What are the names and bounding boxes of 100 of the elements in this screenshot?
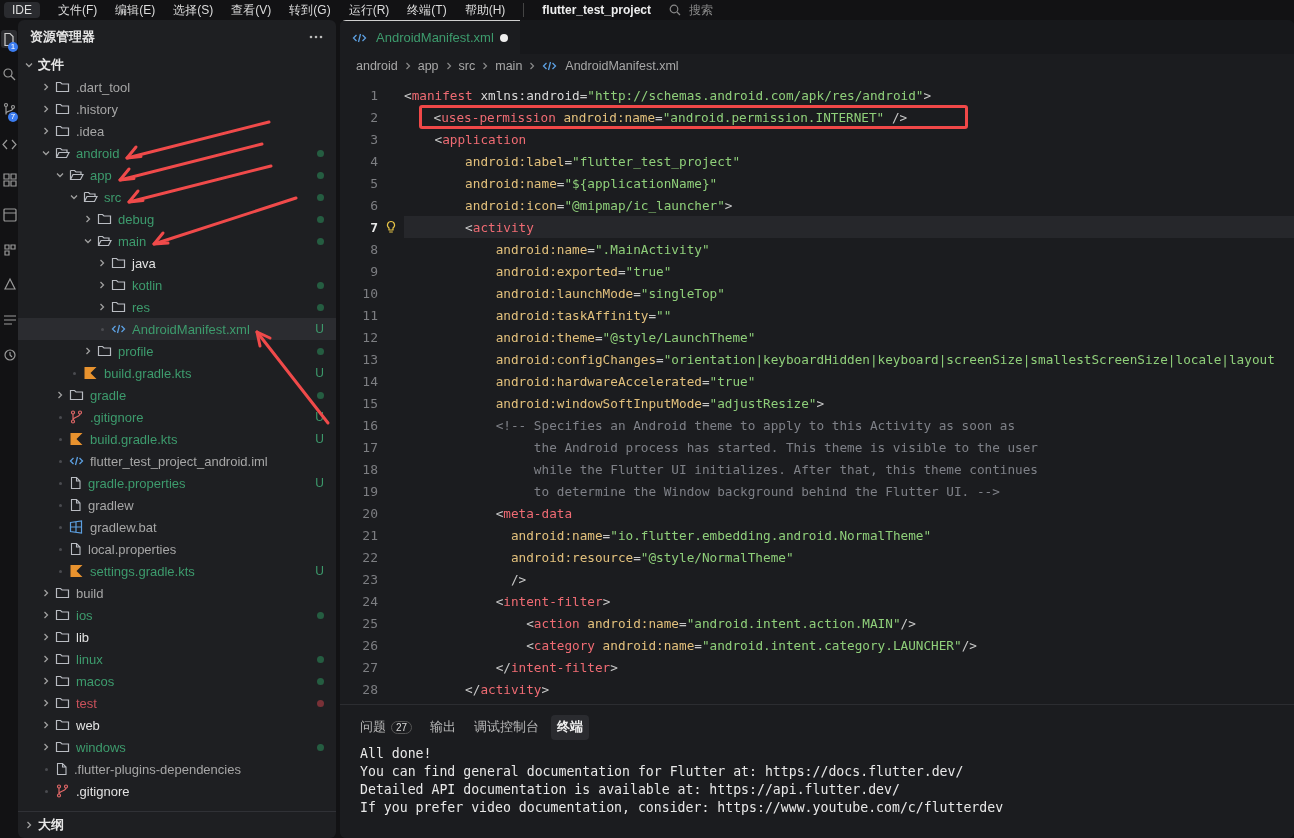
tree-item-label: test xyxy=(76,695,97,711)
tree-item[interactable]: gradlew.bat xyxy=(18,516,336,538)
chevron-down-icon xyxy=(69,192,79,202)
git-status-label: U xyxy=(315,322,324,336)
tree-item[interactable]: .history xyxy=(18,98,336,120)
folder-icon xyxy=(111,256,126,270)
line-number: 22 xyxy=(361,549,378,565)
tree-item[interactable]: gradlew xyxy=(18,494,336,516)
tree-item[interactable]: .gitignore xyxy=(18,780,336,802)
folder-icon xyxy=(55,718,70,732)
tree-item[interactable]: build.gradle.kts U xyxy=(18,362,336,384)
chevron-right-icon xyxy=(97,258,107,268)
tree-item[interactable]: src xyxy=(18,186,336,208)
tree-item[interactable]: .flutter-plugins-dependencies xyxy=(18,758,336,780)
panel-tab[interactable]: 调试控制台 xyxy=(468,714,546,740)
breadcrumb-item[interactable]: src xyxy=(458,59,476,73)
open-folder-icon xyxy=(55,146,70,160)
tree-item[interactable]: gradle.properties U xyxy=(18,472,336,494)
menu-item[interactable]: 转到(G) xyxy=(289,1,331,19)
folder-icon xyxy=(55,80,70,94)
tree-item-label: debug xyxy=(118,211,155,227)
tree-item[interactable]: build.gradle.kts U xyxy=(18,428,336,450)
git-status-label: U xyxy=(315,564,324,578)
code-line: <!-- Specifies an Android theme to apply to this Activity as soon as xyxy=(494,417,1016,433)
tree-item[interactable]: macos xyxy=(18,670,336,692)
tree-item[interactable]: .idea xyxy=(18,120,336,142)
tree-item-label: windows xyxy=(76,739,126,755)
folder-icon xyxy=(69,388,84,402)
flag-icon xyxy=(69,432,84,446)
tree-item[interactable]: windows xyxy=(18,736,336,758)
search-field[interactable]: 搜索 xyxy=(669,1,714,19)
tree-item[interactable]: android xyxy=(18,142,336,164)
tree-item[interactable]: res xyxy=(18,296,336,318)
activity-button[interactable] xyxy=(1,65,17,83)
tree-item[interactable]: lib xyxy=(18,626,336,648)
branch-icon xyxy=(69,410,84,424)
open-folder-icon xyxy=(97,234,112,248)
tree-item-label: src xyxy=(104,189,122,205)
tree-item[interactable]: build xyxy=(18,582,336,604)
tree-item[interactable]: kotlin xyxy=(18,274,336,296)
line-number: 10 xyxy=(361,285,378,301)
line-number: 17 xyxy=(361,439,378,455)
chevron-right-icon xyxy=(41,654,51,664)
chevron-down-icon xyxy=(55,170,65,180)
tree-item[interactable]: web xyxy=(18,714,336,736)
menu-item[interactable]: 查看(V) xyxy=(231,1,272,19)
code-line: while the Flutter UI initializes. After that, this theme continues xyxy=(532,461,1038,477)
tree-item[interactable]: ios xyxy=(18,604,336,626)
tree-item[interactable]: flutter_test_project_android.iml xyxy=(18,450,336,472)
search-icon xyxy=(1,66,17,82)
code-line: android:configChanges="orientation|keyboardHidden|keyboard|screenSize|smallestScreenSize|locale|layout xyxy=(494,351,1275,367)
breadcrumb-item[interactable]: main xyxy=(495,59,523,73)
line-number: 26 xyxy=(361,637,378,653)
tree-item[interactable]: debug xyxy=(18,208,336,230)
chevron-right-icon xyxy=(41,698,51,708)
tree-item[interactable]: local.properties xyxy=(18,538,336,560)
tree-item-label: settings.gradle.kts xyxy=(90,563,195,579)
tree-item-label: gradlew.bat xyxy=(90,519,157,535)
tree-item[interactable]: .dart_tool xyxy=(18,76,336,98)
tree-item-label: gradle.properties xyxy=(88,475,186,491)
code-line: <activity xyxy=(464,219,534,235)
tree-item-label: res xyxy=(132,299,151,315)
tree-item[interactable]: linux xyxy=(18,648,336,670)
folder-icon xyxy=(55,630,70,644)
panel-tab[interactable]: 问题 27 xyxy=(354,714,419,740)
line-number: 23 xyxy=(361,571,378,587)
line-number: 21 xyxy=(361,527,378,543)
tree-item[interactable]: app xyxy=(18,164,336,186)
tree-item-label: android xyxy=(76,145,120,161)
tree-item[interactable]: gradle xyxy=(18,384,336,406)
breadcrumb-item[interactable]: app xyxy=(417,59,439,73)
panel-tab[interactable]: 输出 xyxy=(424,714,463,740)
activity-button[interactable] xyxy=(1,205,17,223)
menu-item[interactable]: 文件(F) xyxy=(58,1,98,19)
open-folder-icon xyxy=(83,190,98,204)
menu-item[interactable]: 终端(T) xyxy=(407,1,447,19)
section-header[interactable]: 大纲 xyxy=(18,811,336,838)
tree-item[interactable]: test xyxy=(18,692,336,714)
panel-tab[interactable]: 终端 xyxy=(551,714,590,740)
menu-item[interactable]: 编辑(E) xyxy=(115,1,156,19)
tree-item-label: flutter_test_project_android.iml xyxy=(90,453,268,469)
tree-item[interactable]: AndroidManifest.xml U xyxy=(18,318,336,340)
git-status-label: U xyxy=(315,366,324,380)
tree-item[interactable]: settings.gradle.kts U xyxy=(18,560,336,582)
breadcrumb-item[interactable]: AndroidManifest.xml xyxy=(542,59,679,73)
line-number: 13 xyxy=(361,351,378,367)
tree-item[interactable]: profile xyxy=(18,340,336,362)
editor-tab[interactable]: AndroidManifest.xml xyxy=(340,20,520,54)
tree-item[interactable]: main xyxy=(18,230,336,252)
code-line: android:name="${applicationName}" xyxy=(464,175,718,191)
code-line: <meta-data xyxy=(494,505,573,521)
menu-item[interactable]: 运行(R) xyxy=(348,1,390,19)
activity-button[interactable] xyxy=(1,170,17,188)
activity-button[interactable]: 7 xyxy=(1,100,17,118)
section-header[interactable]: 文件 xyxy=(18,54,336,76)
menu-item[interactable]: 选择(S) xyxy=(173,1,214,19)
menu-item[interactable]: 帮助(H) xyxy=(464,1,506,19)
more-icon xyxy=(308,34,324,40)
breadcrumb-item[interactable]: android xyxy=(356,59,398,73)
tree-item[interactable]: java xyxy=(18,252,336,274)
